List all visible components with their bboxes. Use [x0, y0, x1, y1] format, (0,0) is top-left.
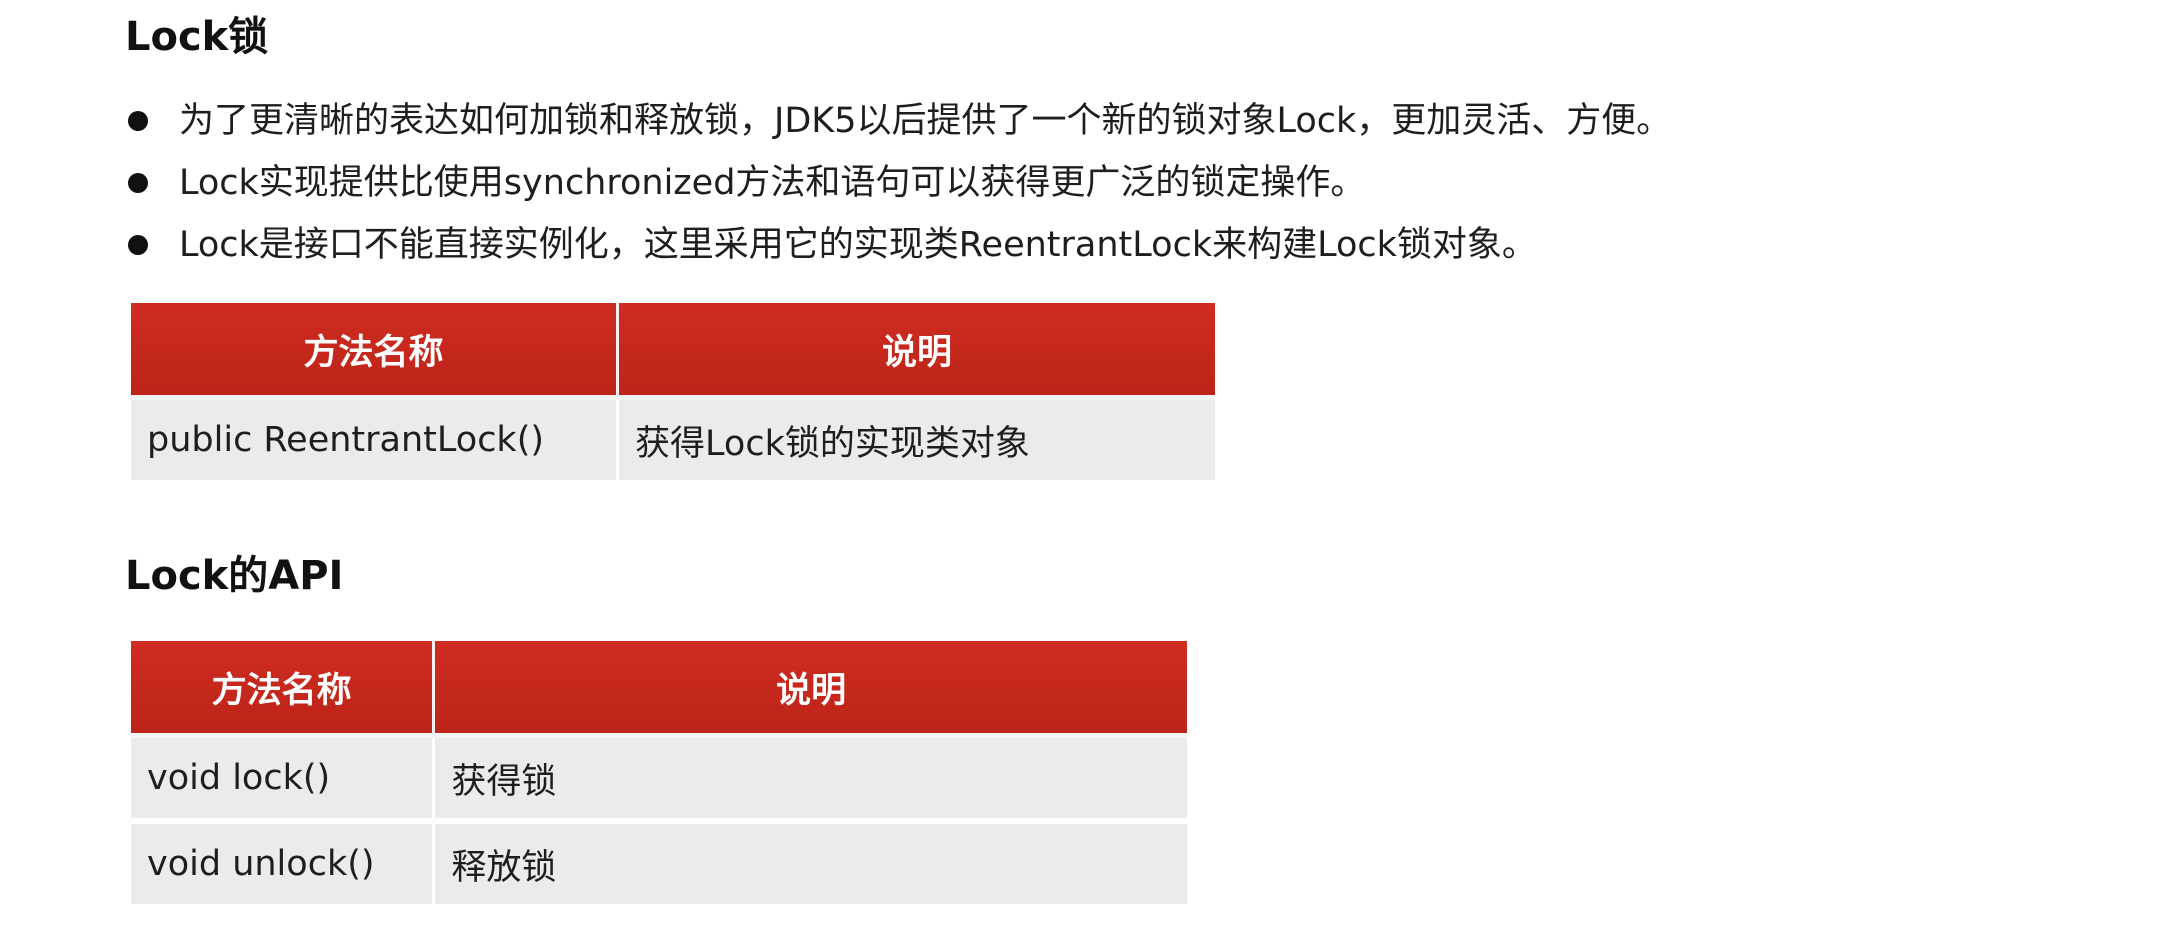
table-row: void unlock() 释放锁	[131, 824, 1187, 910]
bullet-text: Lock实现提供比使用synchronized方法和语句可以获得更广泛的锁定操作…	[179, 163, 1366, 203]
column-header-description: 说明	[619, 303, 1215, 400]
bullet-item: Lock实现提供比使用synchronized方法和语句可以获得更广泛的锁定操作…	[125, 159, 1671, 221]
method-name-cell: void unlock()	[131, 824, 436, 910]
section-title-lock-api: Lock的API	[125, 553, 344, 599]
section-title-lock: Lock锁	[125, 14, 269, 60]
description-cell: 释放锁	[435, 824, 1187, 910]
description-cell: 获得锁	[435, 738, 1187, 824]
bullet-text: 为了更清晰的表达如何加锁和释放锁，JDK5以后提供了一个新的锁对象Lock，更加…	[179, 101, 1672, 141]
bullet-dot-icon	[128, 235, 148, 255]
table-row: public ReentrantLock() 获得Lock锁的实现类对象	[131, 400, 1215, 486]
bullet-item: Lock是接口不能直接实例化，这里采用它的实现类ReentrantLock来构建…	[125, 221, 1671, 283]
table-row: void lock() 获得锁	[131, 738, 1187, 824]
bullet-dot-icon	[128, 173, 148, 193]
bullet-dot-icon	[128, 111, 148, 131]
bullet-text: Lock是接口不能直接实例化，这里采用它的实现类ReentrantLock来构建…	[179, 225, 1537, 265]
bullet-list: 为了更清晰的表达如何加锁和释放锁，JDK5以后提供了一个新的锁对象Lock，更加…	[125, 97, 1671, 283]
column-header-method-name: 方法名称	[131, 303, 620, 400]
method-name-cell: void lock()	[131, 738, 436, 824]
constructor-table: 方法名称 说明 public ReentrantLock() 获得Lock锁的实…	[131, 303, 1215, 486]
method-name-cell: public ReentrantLock()	[131, 400, 620, 486]
description-cell: 获得Lock锁的实现类对象	[619, 400, 1215, 486]
table-header-row: 方法名称 说明	[131, 303, 1215, 400]
column-header-description: 说明	[435, 641, 1187, 738]
column-header-method-name: 方法名称	[131, 641, 436, 738]
table-header-row: 方法名称 说明	[131, 641, 1187, 738]
bullet-item: 为了更清晰的表达如何加锁和释放锁，JDK5以后提供了一个新的锁对象Lock，更加…	[125, 97, 1671, 159]
lock-api-table: 方法名称 说明 void lock() 获得锁 void unlock() 释放…	[131, 641, 1187, 910]
